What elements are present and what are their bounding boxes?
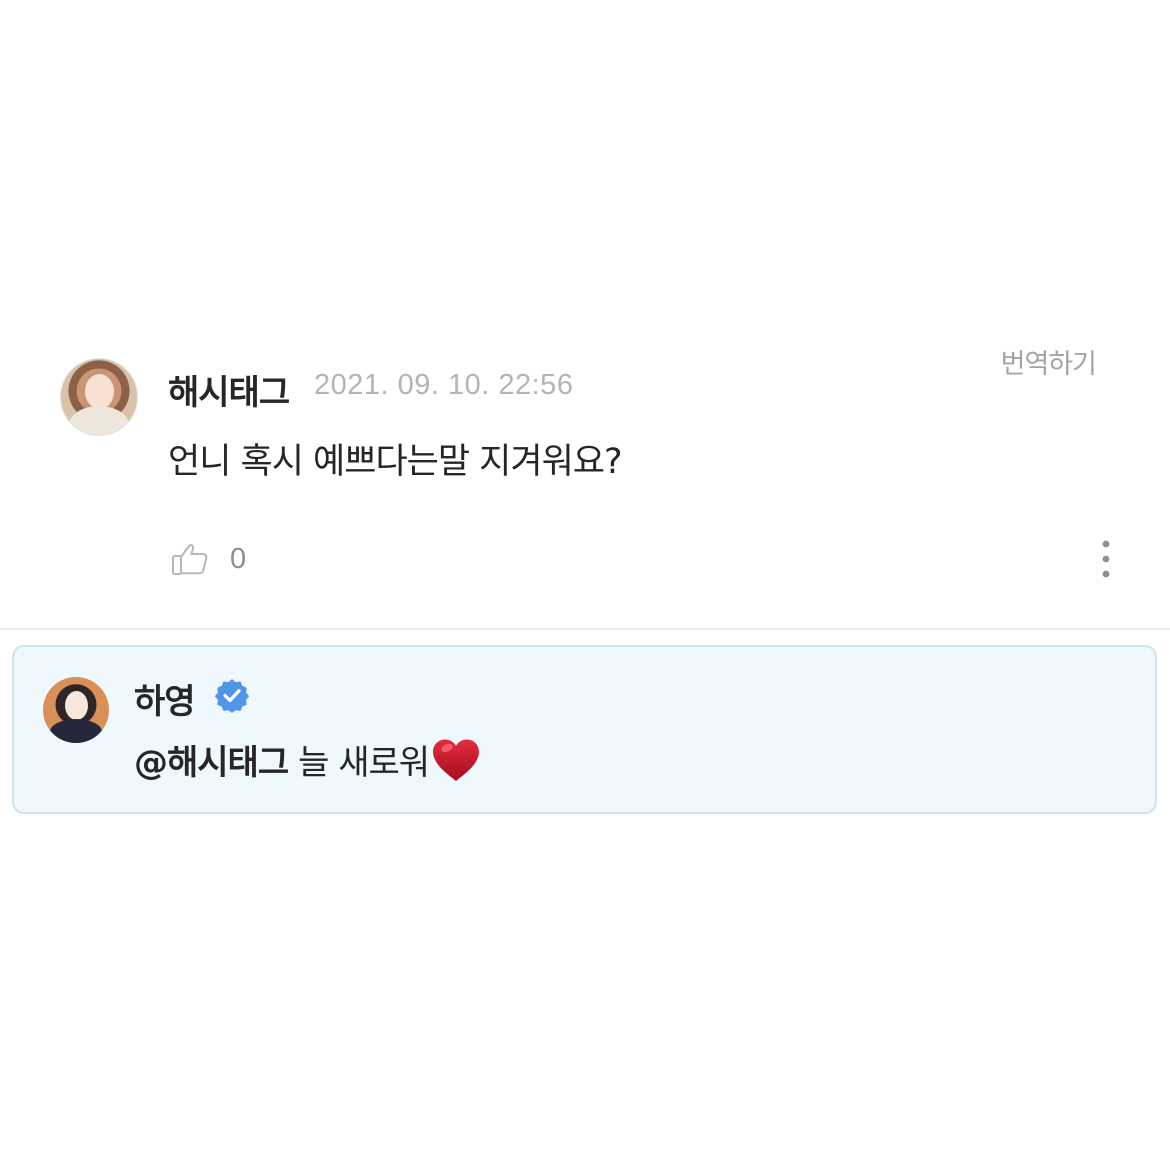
comment-divider xyxy=(0,628,1170,630)
reply-author[interactable]: 하영 xyxy=(134,674,196,723)
reply-message: 늘 새로워 xyxy=(298,743,430,783)
thumbs-up-icon[interactable] xyxy=(170,539,210,579)
reply-mention[interactable]: @해시태그 xyxy=(134,735,289,784)
reply-author-avatar[interactable] xyxy=(43,677,109,743)
highlighted-reply: 하영 @해시태그 늘 새로워 xyxy=(12,645,1157,814)
comment-card: 해시태그 2021. 09. 10. 22:56 번역하기 언니 혹시 예쁘다는… xyxy=(0,330,1170,628)
verified-badge-icon xyxy=(214,679,250,713)
commenter-avatar[interactable] xyxy=(60,358,138,436)
like-count: 0 xyxy=(230,542,247,575)
comment-actions: 0 xyxy=(170,535,246,583)
heart-icon xyxy=(433,739,480,781)
comment-author[interactable]: 해시태그 xyxy=(168,365,290,414)
comment-timestamp: 2021. 09. 10. 22:56 xyxy=(314,369,574,401)
reply-text: @해시태그 늘 새로워 xyxy=(134,735,483,784)
comment-text: 언니 혹시 예쁘다는말 지겨워요? xyxy=(168,442,623,482)
translate-link[interactable]: 번역하기 xyxy=(1001,342,1097,381)
more-vertical-icon[interactable] xyxy=(1098,538,1114,580)
